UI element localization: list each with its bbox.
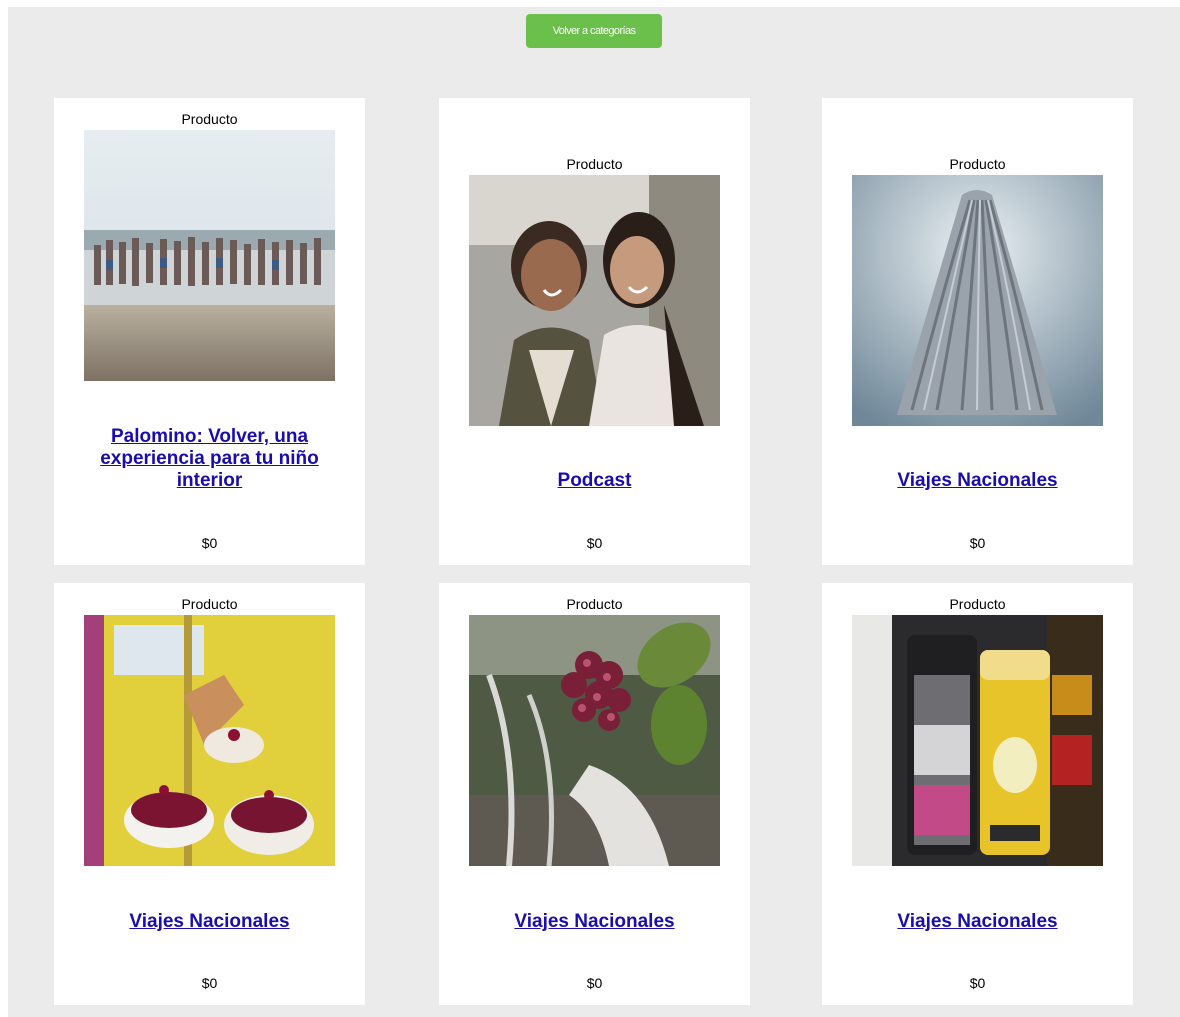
- product-card: Producto: [54, 98, 365, 565]
- product-tag: Producto: [949, 596, 1006, 612]
- shampoo-bottles-image: [852, 615, 1103, 866]
- product-title-link[interactable]: Viajes Nacionales: [469, 911, 720, 933]
- product-image[interactable]: [852, 615, 1103, 866]
- product-price: $0: [201, 535, 218, 551]
- product-image[interactable]: [469, 615, 720, 866]
- product-tag: Producto: [181, 596, 238, 612]
- product-image[interactable]: [469, 175, 720, 426]
- two-women-image: [469, 175, 720, 426]
- flowers-bicycle-image: [469, 615, 720, 866]
- product-price: $0: [201, 975, 218, 991]
- product-price: $0: [969, 975, 986, 991]
- product-card: Producto Podcast $0: [439, 98, 750, 565]
- ice-cream-image: [84, 615, 335, 866]
- product-tag: Producto: [181, 111, 238, 127]
- product-image[interactable]: [84, 130, 335, 381]
- mop-image: [852, 175, 1103, 426]
- product-title-link[interactable]: Viajes Nacionales: [84, 911, 335, 933]
- product-title-link[interactable]: Palomino: Volver, una experiencia para t…: [84, 426, 335, 492]
- back-to-categories-button[interactable]: Volver a categorías: [526, 14, 662, 48]
- product-card: Producto: [439, 583, 750, 1005]
- product-tag: Producto: [566, 156, 623, 172]
- product-tag: Producto: [949, 156, 1006, 172]
- product-price: $0: [969, 535, 986, 551]
- product-card: Producto Viajes Nacionales $0: [822, 583, 1133, 1005]
- product-image[interactable]: [84, 615, 335, 866]
- catalog-page: Volver a categorías Producto Palomino: V…: [8, 7, 1180, 1017]
- product-price: $0: [586, 975, 603, 991]
- product-tag: Producto: [566, 596, 623, 612]
- product-title-link[interactable]: Viajes Nacionales: [852, 911, 1103, 933]
- product-price: $0: [586, 535, 603, 551]
- product-card: Producto Viajes Nacionales $0: [822, 98, 1133, 565]
- beach-group-image: [84, 130, 335, 381]
- product-title-link[interactable]: Viajes Nacionales: [852, 470, 1103, 492]
- product-title-link[interactable]: Podcast: [469, 470, 720, 492]
- product-card: Producto Viajes Nacionales $0: [54, 583, 365, 1005]
- product-image[interactable]: [852, 175, 1103, 426]
